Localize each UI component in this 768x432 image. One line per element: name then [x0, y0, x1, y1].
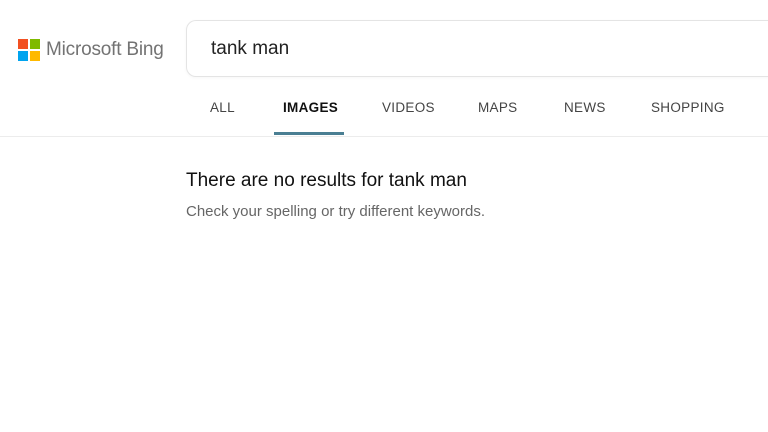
- tab-images[interactable]: IMAGES: [283, 96, 338, 136]
- microsoft-logo-icon: [18, 39, 40, 61]
- tab-news[interactable]: NEWS: [564, 96, 606, 136]
- tab-shopping[interactable]: SHOPPING: [651, 96, 725, 136]
- brand-name: Microsoft Bing: [46, 39, 164, 60]
- search-box[interactable]: [186, 20, 768, 77]
- logo-square-blue: [18, 51, 28, 61]
- no-results-hint: Check your spelling or try different key…: [186, 203, 486, 220]
- logo-square-green: [30, 39, 40, 49]
- tab-videos[interactable]: VIDEOS: [382, 96, 435, 136]
- logo-square-yellow: [30, 51, 40, 61]
- header-divider: [0, 136, 768, 137]
- bing-results-page: Microsoft Bing ALL IMAGES VIDEOS MAPS NE…: [0, 0, 768, 432]
- active-tab-indicator: [274, 132, 344, 135]
- bing-logo[interactable]: Microsoft Bing: [18, 38, 164, 62]
- logo-square-red: [18, 39, 28, 49]
- tab-maps[interactable]: MAPS: [478, 96, 517, 136]
- search-input[interactable]: [211, 36, 751, 62]
- tab-all[interactable]: ALL: [210, 96, 235, 136]
- no-results-message: There are no results for tank man: [186, 170, 467, 191]
